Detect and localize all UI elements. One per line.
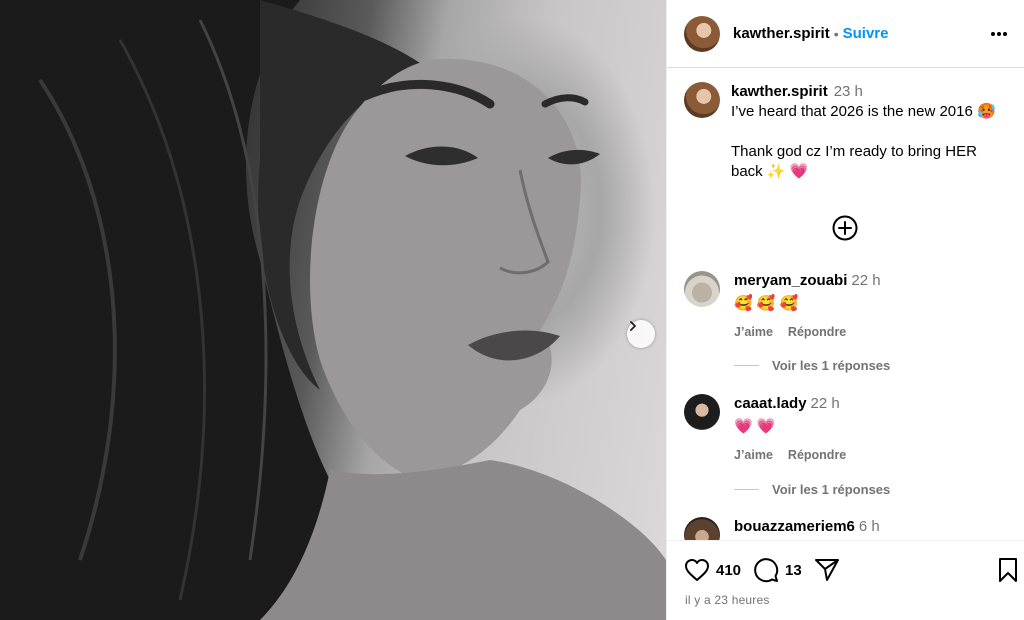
commenter-avatar[interactable] xyxy=(684,394,720,430)
comment-icon[interactable] xyxy=(753,557,779,583)
comment-time: 22 h xyxy=(851,272,881,289)
post-actions-bar: 410 13 il y a 23 heures xyxy=(667,540,1024,620)
author-avatar[interactable] xyxy=(684,15,720,52)
caption-username[interactable]: kawther.spirit xyxy=(731,83,828,100)
caption-text: I’ve heard that 2026 is the new 2016 🥵 T… xyxy=(731,103,996,180)
plus-circle-icon xyxy=(832,215,858,241)
comment-item: caaat.lady 22 h 💗 💗 J’aime Répondre xyxy=(684,394,846,462)
commenter-avatar[interactable] xyxy=(684,271,720,307)
more-options-button[interactable] xyxy=(990,24,1008,42)
replies-divider xyxy=(734,489,759,490)
caption-time: 23 h xyxy=(833,83,863,100)
view-replies-button[interactable]: Voir les 1 réponses xyxy=(734,482,890,497)
comment-like-button[interactable]: J’aime xyxy=(734,448,773,462)
comment-item: meryam_zouabi 22 h 🥰 🥰 🥰 J’aime Répondre xyxy=(684,271,881,339)
separator-dot: • xyxy=(833,25,839,42)
commenter-avatar[interactable] xyxy=(684,517,720,540)
comment-like-button[interactable]: J’aime xyxy=(734,325,773,339)
comment-time: 22 h xyxy=(810,395,840,412)
comment-text: 💗 💗 xyxy=(734,418,776,435)
load-more-comments-button[interactable] xyxy=(831,214,859,247)
next-photo-button[interactable] xyxy=(627,320,655,348)
comments-scroll-area[interactable]: kawther.spirit 23 h I’ve heard that 2026 … xyxy=(667,69,1024,540)
view-replies-label: Voir les 1 réponses xyxy=(772,482,891,497)
view-replies-label: Voir les 1 réponses xyxy=(772,358,891,373)
post-photo[interactable] xyxy=(0,0,666,620)
comments-count[interactable]: 13 xyxy=(785,562,802,579)
comment-reply-button[interactable]: Répondre xyxy=(788,325,846,339)
post-side-panel: kawther.spirit • Suivre kawther.spirit 23… xyxy=(666,0,1024,620)
send-icon[interactable] xyxy=(814,558,840,582)
heart-icon[interactable] xyxy=(684,558,710,582)
bookmark-icon xyxy=(999,558,1017,582)
replies-divider xyxy=(734,365,759,366)
post-caption: kawther.spirit 23 h I’ve heard that 2026 … xyxy=(667,69,1024,182)
post-timestamp: il y a 23 heures xyxy=(685,593,770,607)
more-horizontal-icon xyxy=(991,32,1007,36)
chevron-right-icon xyxy=(630,321,636,331)
comment-time: 6 h xyxy=(858,518,880,535)
comment-reply-button[interactable]: Répondre xyxy=(788,448,846,462)
post-header: kawther.spirit • Suivre xyxy=(667,0,1024,68)
commenter-username[interactable]: bouazzameriem6 xyxy=(734,518,855,535)
caption-author-avatar[interactable] xyxy=(684,82,720,118)
author-username[interactable]: kawther.spirit xyxy=(733,25,830,42)
commenter-username[interactable]: caaat.lady xyxy=(734,395,807,412)
commenter-username[interactable]: meryam_zouabi xyxy=(734,272,847,289)
follow-button[interactable]: Suivre xyxy=(843,25,889,42)
likes-count[interactable]: 410 xyxy=(716,562,741,579)
comment-text: 🥰 🥰 🥰 xyxy=(734,295,799,312)
comment-item: bouazzameriem6 6 h xyxy=(684,517,880,540)
view-replies-button[interactable]: Voir les 1 réponses xyxy=(734,358,890,373)
portrait-image xyxy=(0,0,666,620)
save-button[interactable] xyxy=(997,557,1019,588)
